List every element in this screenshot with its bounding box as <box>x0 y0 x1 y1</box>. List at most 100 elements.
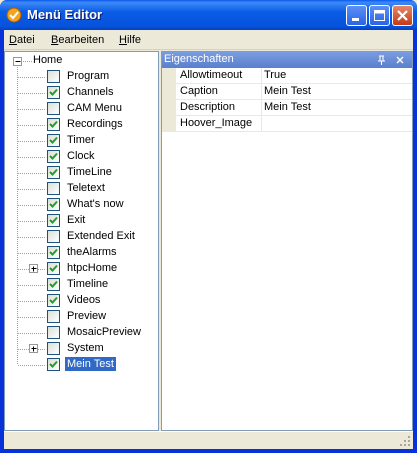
window-frame-right <box>413 30 417 453</box>
property-value[interactable]: Mein Test <box>262 100 412 116</box>
title-bar[interactable]: Menü Editor <box>0 0 417 30</box>
tree-node-label: Exit <box>67 214 86 226</box>
maximize-button[interactable] <box>369 5 390 26</box>
checkbox-checked[interactable] <box>47 166 60 179</box>
checkmark-icon <box>49 264 58 272</box>
property-name: Caption <box>176 84 262 100</box>
menu-datei-label: atei <box>16 34 35 46</box>
property-name: Allowtimeout <box>176 68 262 84</box>
property-row[interactable]: Description Mein Test <box>162 100 412 116</box>
tree-root-label: Home <box>33 54 63 66</box>
checkbox-checked[interactable] <box>47 86 60 99</box>
checkmark-icon <box>49 248 58 256</box>
close-icon <box>397 10 408 21</box>
tree-node-label: Timeline <box>67 278 109 290</box>
property-value[interactable]: True <box>262 68 412 84</box>
checkmark-icon <box>49 296 58 304</box>
tree-node[interactable]: System <box>5 340 155 356</box>
tree-node[interactable]: Videos <box>5 292 155 308</box>
checkmark-icon <box>49 120 58 128</box>
resize-grip-icon[interactable] <box>399 435 411 447</box>
checkbox-checked[interactable] <box>47 278 60 291</box>
checkbox-unchecked[interactable] <box>47 326 60 339</box>
tree-node[interactable]: What's now <box>5 196 155 212</box>
tree-node[interactable]: TimeLine <box>5 164 155 180</box>
checkbox-unchecked[interactable] <box>47 102 60 115</box>
close-button[interactable] <box>392 5 413 26</box>
tree-node[interactable]: Preview <box>5 308 155 324</box>
tree-node[interactable]: theAlarms <box>5 244 155 260</box>
checkbox-checked[interactable] <box>47 262 60 275</box>
tree-node[interactable]: Channels <box>5 84 155 100</box>
property-name: Description <box>176 100 262 116</box>
tree-node[interactable]: Exit <box>5 212 155 228</box>
expand-icon[interactable] <box>29 264 38 273</box>
tree-node[interactable]: Clock <box>5 148 155 164</box>
checkmark-icon <box>49 216 58 224</box>
tree-node-label: Recordings <box>67 118 123 130</box>
tree-node-label: What's now <box>67 198 124 210</box>
tree-node-label: Extended Exit <box>67 230 135 242</box>
tree-node[interactable]: Program <box>5 68 155 84</box>
checkbox-unchecked[interactable] <box>47 182 60 195</box>
properties-title: Eigenschaften <box>164 53 234 65</box>
tree-root[interactable]: Home <box>5 52 155 68</box>
close-pane-icon[interactable] <box>394 54 406 66</box>
tree-node[interactable]: Timer <box>5 132 155 148</box>
tree-node-label: CAM Menu <box>67 102 123 114</box>
tree-node[interactable]: htpcHome <box>5 260 155 276</box>
tree-node[interactable]: Teletext <box>5 180 155 196</box>
checkbox-checked[interactable] <box>47 246 60 259</box>
tree-node-label: Channels <box>67 86 114 98</box>
status-bar <box>4 431 413 449</box>
menu-datei[interactable]: Datei <box>9 34 35 46</box>
checkmark-icon <box>49 280 58 288</box>
client-area: Datei Bearbeiten Hilfe Home Program Chann… <box>4 30 413 449</box>
menu-bearbeiten[interactable]: Bearbeiten <box>51 34 104 46</box>
checkbox-checked[interactable] <box>47 118 60 131</box>
property-row[interactable]: Hoover_Image <box>162 116 412 132</box>
checkbox-checked[interactable] <box>47 358 60 371</box>
checkbox-unchecked[interactable] <box>47 342 60 355</box>
menu-hilfe[interactable]: Hilfe <box>119 34 141 46</box>
window-frame-bottom <box>0 449 417 453</box>
checkbox-checked[interactable] <box>47 214 60 227</box>
tree-node[interactable]: Mein Test <box>5 356 155 372</box>
tree-node-label: MosaicPreview <box>67 326 141 338</box>
app-icon <box>6 7 22 23</box>
checkbox-checked[interactable] <box>47 294 60 307</box>
checkmark-icon <box>49 136 58 144</box>
tree-node[interactable]: CAM Menu <box>5 100 155 116</box>
properties-header: Eigenschaften <box>162 52 412 68</box>
checkbox-unchecked[interactable] <box>47 70 60 83</box>
checkbox-unchecked[interactable] <box>47 310 60 323</box>
app-window: Menü Editor Datei Bearbeiten Hilfe Home <box>0 0 417 453</box>
pin-icon[interactable] <box>376 54 388 66</box>
tree-node[interactable]: MosaicPreview <box>5 324 155 340</box>
minimize-button[interactable] <box>346 5 367 26</box>
collapse-icon[interactable] <box>13 57 22 66</box>
menu-datei-accel: D <box>9 34 17 46</box>
tree-node-label: Mein Test <box>64 356 117 372</box>
checkbox-checked[interactable] <box>47 134 60 147</box>
menu-tree[interactable]: Home Program Channels CAM Menu Recordings Ti… <box>4 51 159 431</box>
property-value[interactable] <box>262 116 412 132</box>
checkbox-checked[interactable] <box>47 150 60 163</box>
property-value[interactable]: Mein Test <box>262 84 412 100</box>
expand-icon[interactable] <box>29 344 38 353</box>
checkbox-unchecked[interactable] <box>47 230 60 243</box>
tree-node-label: Preview <box>67 310 107 322</box>
tree-node-label: Videos <box>67 294 101 306</box>
menu-hilfe-label: ilfe <box>126 34 142 46</box>
property-row[interactable]: Allowtimeout True <box>162 68 412 84</box>
tree-node-label: Teletext <box>67 182 105 194</box>
tree-node[interactable]: Timeline <box>5 276 155 292</box>
tree-node-label: System <box>67 342 104 354</box>
tree-node[interactable]: Recordings <box>5 116 155 132</box>
property-row[interactable]: Caption Mein Test <box>162 84 412 100</box>
checkbox-checked[interactable] <box>47 198 60 211</box>
tree-node[interactable]: Extended Exit <box>5 228 155 244</box>
maximize-icon <box>374 10 385 21</box>
property-row-margin <box>162 100 176 116</box>
tree-node-label: Clock <box>67 150 95 162</box>
